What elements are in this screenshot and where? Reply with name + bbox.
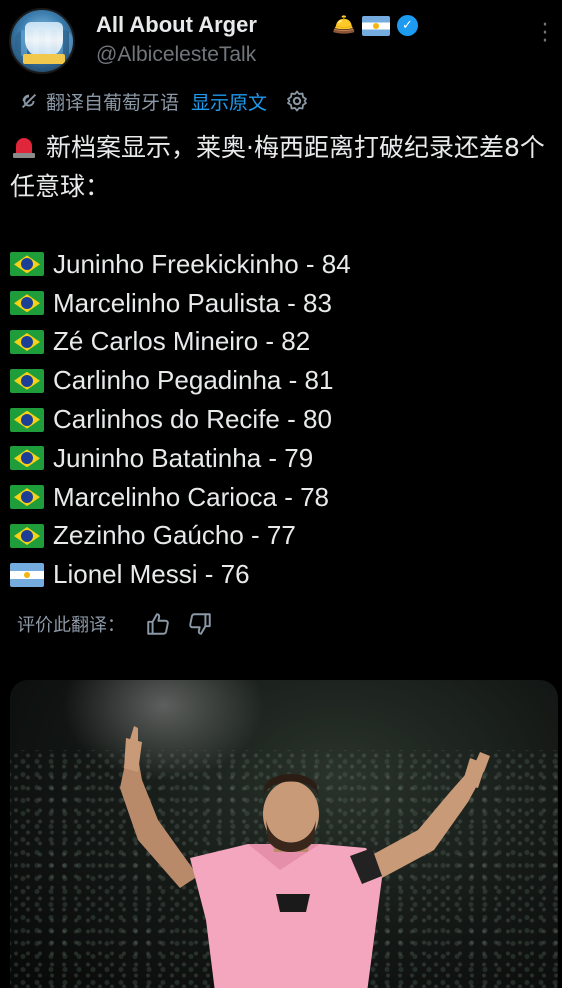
- list-item: Zezinho Gaúcho - 77: [10, 517, 555, 556]
- brazil-flag-icon: [10, 252, 44, 277]
- display-name[interactable]: All About Arger: [96, 12, 257, 38]
- list-item: Juninho Batatinha - 79: [10, 439, 555, 478]
- user-handle[interactable]: @AlbicelesteTalk: [96, 43, 256, 67]
- tweet-page: All About Arger 🛎️ ✓ @AlbicelesteTalk · ·…: [0, 0, 562, 988]
- tweet-text: 新档案显示，莱奥·梅西距离打破纪录还差8个任意球： Juninho Freeki…: [10, 128, 555, 594]
- translation-label: 翻译自葡萄牙语: [46, 91, 180, 114]
- list-item-text: Zezinho Gaúcho - 77: [53, 520, 296, 551]
- verified-icon: ✓: [397, 15, 418, 36]
- brazil-flag-icon: [10, 291, 44, 316]
- list-item-text: Juninho Freekickinho - 84: [53, 248, 351, 279]
- list-item-text: Marcelinho Paulista - 83: [53, 287, 332, 318]
- thumbs-up-icon[interactable]: [145, 611, 171, 637]
- avatar-band: [23, 54, 65, 64]
- list-item-text: Carlinhos do Recife - 80: [53, 404, 332, 435]
- avatar-crest: [25, 22, 63, 58]
- free-kick-ranking-list: Juninho Freekickinho - 84 Marcelinho Pau…: [10, 245, 555, 594]
- brazil-flag-icon: [10, 485, 44, 510]
- more-icon[interactable]: · · ·: [538, 15, 552, 53]
- display-name-fade: [278, 12, 330, 40]
- list-item-text: Marcelinho Carioca - 78: [53, 481, 330, 512]
- list-item-text: Zé Carlos Mineiro - 82: [53, 326, 311, 357]
- list-item: Marcelinho Carioca - 78: [10, 478, 555, 517]
- siren-emoji-icon: [10, 134, 38, 160]
- tweet-headline: 新档案显示，莱奥·梅西距离打破纪录还差8个任意球：: [10, 128, 555, 206]
- list-item: Juninho Freekickinho - 84: [10, 245, 555, 284]
- translation-rating: 评价此翻译：: [17, 610, 213, 638]
- show-original-link[interactable]: 显示原文: [191, 88, 267, 115]
- tweet-header: All About Arger 🛎️ ✓ @AlbicelesteTalk · ·…: [0, 0, 562, 80]
- settings-icon[interactable]: [285, 89, 309, 113]
- headline-text: 新档案显示，莱奥·梅西距离打破纪录还差8个任意球：: [10, 133, 545, 201]
- list-item: Carlinhos do Recife - 80: [10, 400, 555, 439]
- bell-emoji-icon: 🛎️: [332, 14, 356, 36]
- brazil-flag-icon: [10, 407, 44, 432]
- list-item-text: Juninho Batatinha - 79: [53, 442, 314, 473]
- brazil-flag-icon: [10, 523, 44, 548]
- player-celebration-image: [120, 726, 490, 988]
- list-item-text: Lionel Messi - 76: [53, 559, 250, 590]
- brazil-flag-icon: [10, 446, 44, 471]
- avatar[interactable]: [9, 8, 75, 74]
- list-item: Lionel Messi - 76: [10, 555, 555, 594]
- thumbs-down-icon[interactable]: [187, 611, 213, 637]
- list-item: Zé Carlos Mineiro - 82: [10, 323, 555, 362]
- list-item: Carlinho Pegadinha - 81: [10, 361, 555, 400]
- translate-icon: [21, 93, 37, 109]
- brazil-flag-icon: [10, 329, 44, 354]
- tweet-media-photo[interactable]: [10, 680, 558, 988]
- list-item-text: Carlinho Pegadinha - 81: [53, 365, 334, 396]
- brazil-flag-icon: [10, 368, 44, 393]
- argentina-flag-icon: [10, 562, 44, 587]
- rating-label: 评价此翻译：: [17, 615, 125, 636]
- argentina-flag-icon: [362, 16, 390, 36]
- translation-bar: 翻译自葡萄牙语 显示原文: [18, 88, 309, 114]
- list-item: Marcelinho Paulista - 83: [10, 284, 555, 323]
